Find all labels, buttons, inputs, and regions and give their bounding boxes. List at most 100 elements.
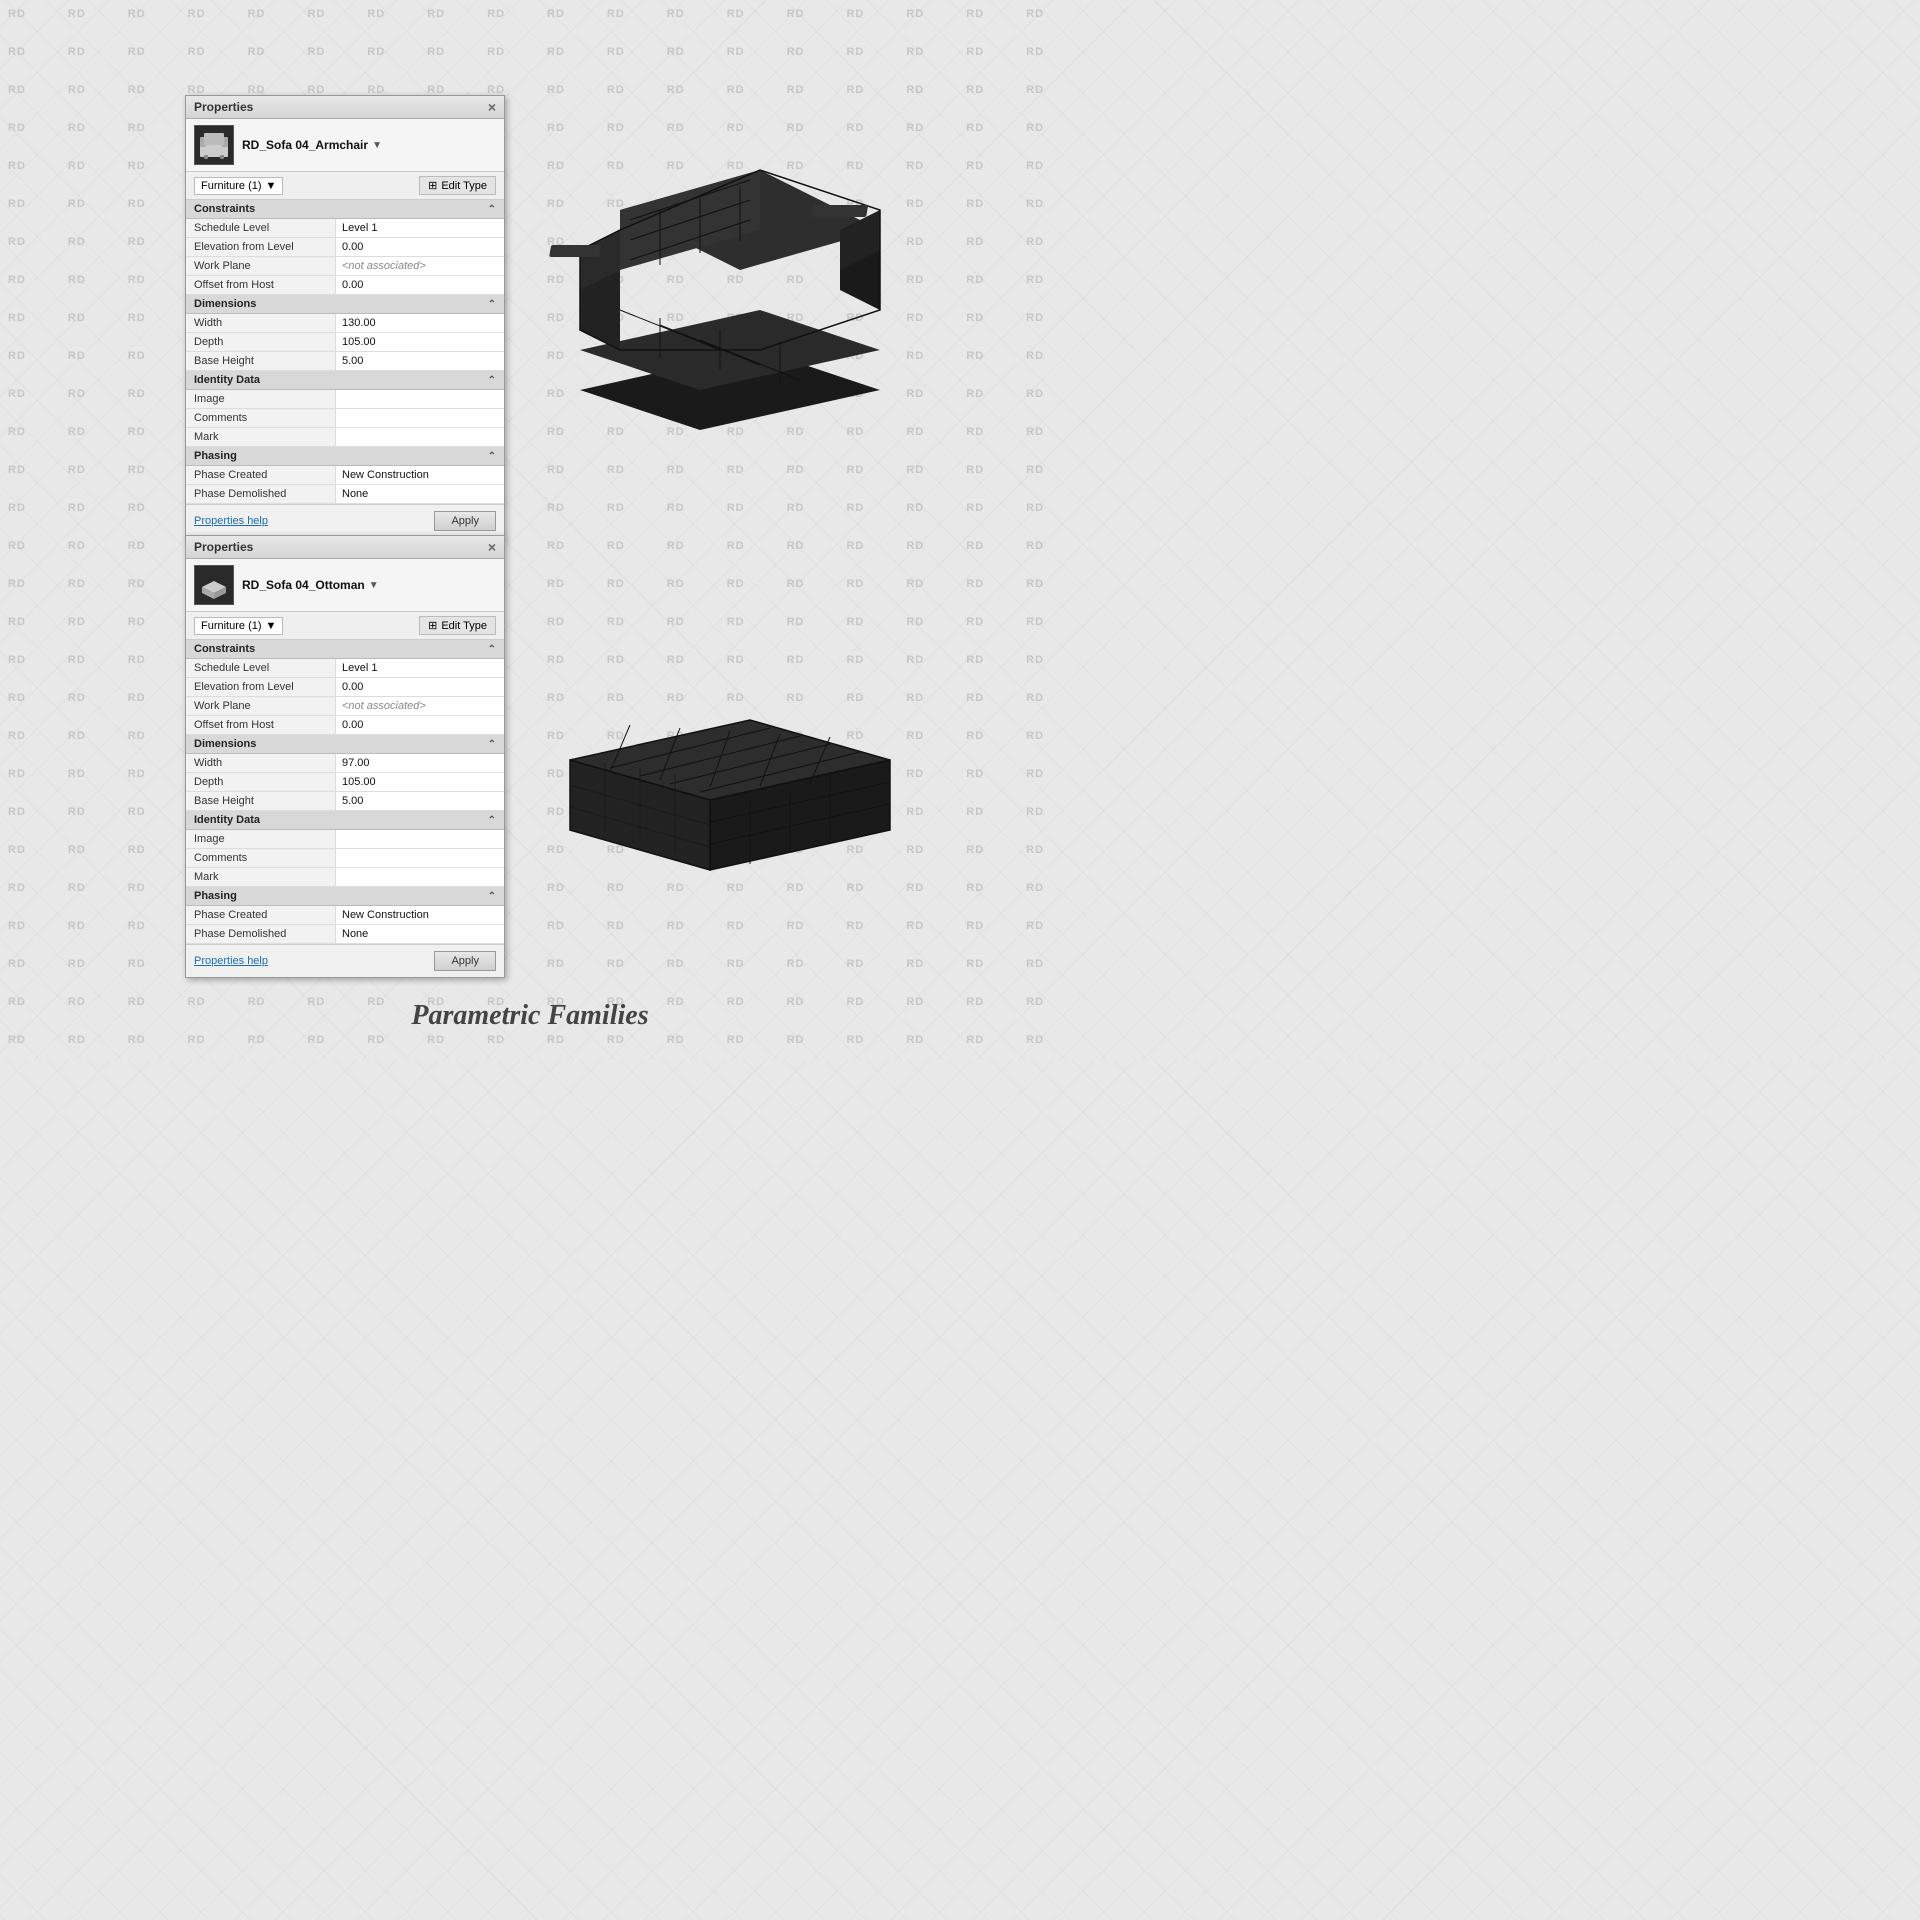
ottoman-icon xyxy=(196,567,232,603)
panel-1-constraints-label: Constraints xyxy=(194,203,255,215)
prop-value xyxy=(336,409,504,427)
prop-label: Elevation from Level xyxy=(186,678,336,696)
table-row: Image xyxy=(186,830,504,849)
prop-label: Offset from Host xyxy=(186,716,336,734)
table-row: Offset from Host 0.00 xyxy=(186,276,504,295)
prop-value: 0.00 xyxy=(336,238,504,256)
panel-1-identity-collapse[interactable]: ⌃ xyxy=(488,375,496,386)
prop-label: Phase Demolished xyxy=(186,485,336,503)
apply-button-2[interactable]: Apply xyxy=(434,951,496,971)
table-row: Offset from Host 0.00 xyxy=(186,716,504,735)
table-row: Work Plane <not associated> xyxy=(186,257,504,276)
table-row: Phase Created New Construction xyxy=(186,466,504,485)
prop-value: None xyxy=(336,485,504,503)
prop-label: Width xyxy=(186,314,336,332)
prop-value xyxy=(336,868,504,886)
prop-label: Phase Created xyxy=(186,466,336,484)
prop-value: <not associated> xyxy=(336,697,504,715)
panel-2-footer: Properties help Apply xyxy=(186,944,504,977)
panel-1-section-identity: Identity Data ⌃ xyxy=(186,371,504,390)
table-row: Elevation from Level 0.00 xyxy=(186,678,504,697)
panel-1-edit-type-label: Edit Type xyxy=(441,180,487,192)
panel-1-type-arrow: ▼ xyxy=(266,180,277,192)
table-row: Phase Demolished None xyxy=(186,485,504,504)
prop-label: Work Plane xyxy=(186,257,336,275)
page-title: Parametric Families xyxy=(0,1000,1060,1032)
prop-value: New Construction xyxy=(336,906,504,924)
prop-value: 130.00 xyxy=(336,314,504,332)
prop-label: Work Plane xyxy=(186,697,336,715)
panel-1-dimensions-label: Dimensions xyxy=(194,298,256,310)
table-row: Mark xyxy=(186,428,504,447)
panel-1-title: Properties xyxy=(194,100,253,114)
panel-1-item-name: RD_Sofa 04_Armchair xyxy=(242,138,368,152)
table-row: Phase Created New Construction xyxy=(186,906,504,925)
ottoman-render xyxy=(510,600,930,883)
panel-2-dimensions-collapse[interactable]: ⌃ xyxy=(488,739,496,750)
prop-value: None xyxy=(336,925,504,943)
table-row: Elevation from Level 0.00 xyxy=(186,238,504,257)
apply-button-1[interactable]: Apply xyxy=(434,511,496,531)
panel-2-phasing-label: Phasing xyxy=(194,890,237,902)
panel-2-type-row: Furniture (1) ▼ ⊞ Edit Type xyxy=(186,612,504,640)
panel-1-icon xyxy=(194,125,234,165)
panel-1-type-row: Furniture (1) ▼ ⊞ Edit Type xyxy=(186,172,504,200)
prop-label: Elevation from Level xyxy=(186,238,336,256)
panel-2-section-identity: Identity Data ⌃ xyxy=(186,811,504,830)
table-row: Comments xyxy=(186,849,504,868)
panel-1-phasing-collapse[interactable]: ⌃ xyxy=(488,451,496,462)
prop-value: Level 1 xyxy=(336,219,504,237)
table-row: Depth 105.00 xyxy=(186,773,504,792)
panel-1-identity-label: Identity Data xyxy=(194,374,260,386)
prop-label: Offset from Host xyxy=(186,276,336,294)
panel-2-close[interactable]: × xyxy=(488,540,496,554)
panel-2-type-selector[interactable]: Furniture (1) ▼ xyxy=(194,617,283,635)
table-row: Base Height 5.00 xyxy=(186,352,504,371)
panel-1-dropdown-arrow[interactable]: ▼ xyxy=(372,140,382,151)
table-row: Image xyxy=(186,390,504,409)
armchair-render xyxy=(520,110,940,453)
prop-value: 0.00 xyxy=(336,678,504,696)
panel-2-dropdown-arrow[interactable]: ▼ xyxy=(369,580,379,591)
prop-label: Comments xyxy=(186,849,336,867)
panel-1-close[interactable]: × xyxy=(488,100,496,114)
panel-2-section-dimensions: Dimensions ⌃ xyxy=(186,735,504,754)
panel-1-type-selector[interactable]: Furniture (1) ▼ xyxy=(194,177,283,195)
panel-2-icon xyxy=(194,565,234,605)
panel-2-constraints-collapse[interactable]: ⌃ xyxy=(488,644,496,655)
table-row: Depth 105.00 xyxy=(186,333,504,352)
prop-label: Schedule Level xyxy=(186,219,336,237)
panel-2-edit-type-label: Edit Type xyxy=(441,620,487,632)
panel-1-footer: Properties help Apply xyxy=(186,504,504,537)
prop-value: 5.00 xyxy=(336,792,504,810)
prop-label: Image xyxy=(186,830,336,848)
prop-label: Phase Demolished xyxy=(186,925,336,943)
table-row: Width 130.00 xyxy=(186,314,504,333)
table-row: Mark xyxy=(186,868,504,887)
prop-label: Mark xyxy=(186,428,336,446)
prop-label: Width xyxy=(186,754,336,772)
panel-1-name-row: RD_Sofa 04_Armchair ▼ xyxy=(242,138,496,152)
panel-2-phasing-collapse[interactable]: ⌃ xyxy=(488,891,496,902)
armchair-icon xyxy=(196,127,232,163)
panel-1-section-constraints: Constraints ⌃ xyxy=(186,200,504,219)
prop-label: Schedule Level xyxy=(186,659,336,677)
panel-1-constraints-collapse[interactable]: ⌃ xyxy=(488,204,496,215)
properties-help-link-2[interactable]: Properties help xyxy=(194,955,268,967)
prop-value: 0.00 xyxy=(336,716,504,734)
prop-value: New Construction xyxy=(336,466,504,484)
prop-value: 5.00 xyxy=(336,352,504,370)
panel-2-identity-label: Identity Data xyxy=(194,814,260,826)
prop-value xyxy=(336,830,504,848)
panel-1-dimensions-collapse[interactable]: ⌃ xyxy=(488,299,496,310)
prop-label: Base Height xyxy=(186,792,336,810)
panel-1-edit-type-btn[interactable]: ⊞ Edit Type xyxy=(419,176,496,195)
prop-value: 105.00 xyxy=(336,773,504,791)
prop-value: 0.00 xyxy=(336,276,504,294)
panel-2-edit-type-btn[interactable]: ⊞ Edit Type xyxy=(419,616,496,635)
properties-help-link-1[interactable]: Properties help xyxy=(194,515,268,527)
ottoman-3d-svg xyxy=(510,600,930,880)
prop-value xyxy=(336,390,504,408)
edit-type-icon-2: ⊞ xyxy=(428,619,437,632)
panel-2-identity-collapse[interactable]: ⌃ xyxy=(488,815,496,826)
